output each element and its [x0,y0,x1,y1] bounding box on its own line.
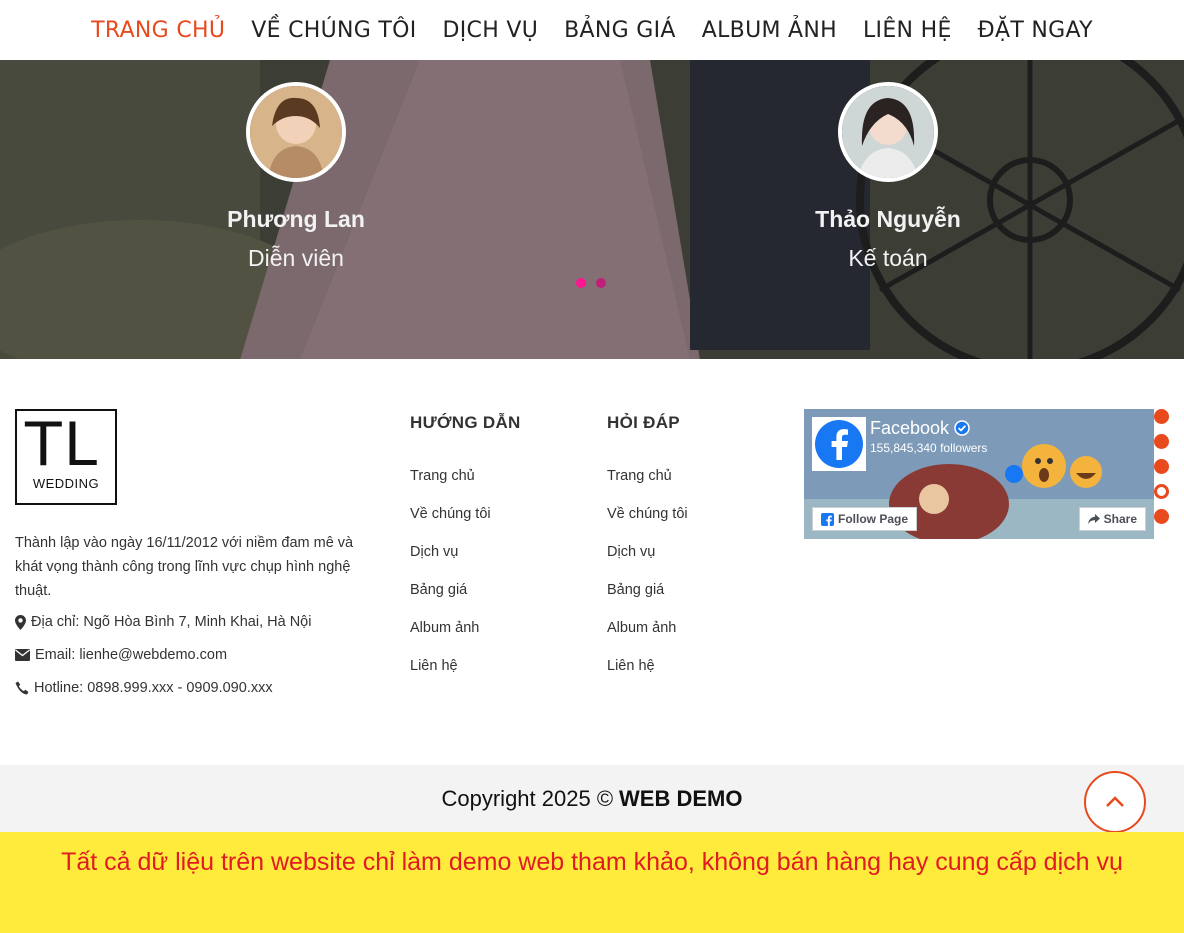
avatar [838,82,938,182]
guide-link-home[interactable]: Trang chủ [410,466,491,504]
logo-text: TL [25,410,100,480]
phone-icon [15,681,29,695]
copyright-brand: WEB DEMO [619,785,743,811]
nav-item-home[interactable]: TRANG CHỦ [78,18,238,43]
faq-link-home[interactable]: Trang chủ [607,466,688,504]
main-nav: TRANG CHỦ VỀ CHÚNG TÔI DỊCH VỤ BẢNG GIÁ … [0,0,1184,60]
verified-badge-icon [954,420,970,436]
nav-item-album[interactable]: ALBUM ẢNH [689,18,850,43]
guide-title: HƯỚNG DẪN [410,413,521,432]
back-to-top-button[interactable] [1084,771,1146,833]
follow-page-button[interactable]: Follow Page [812,507,918,531]
section-dot-4[interactable] [1154,484,1169,499]
guide-link-album[interactable]: Album ảnh [410,618,491,656]
section-dot-5[interactable] [1154,509,1169,524]
guide-link-contact[interactable]: Liên hệ [410,656,491,694]
section-dot-1[interactable] [1154,409,1169,424]
testimonial-name: Phương Lan [227,206,365,232]
hotline-text: Hotline: 0898.999.xxx - 0909.090.xxx [34,680,273,696]
footer-logo[interactable]: TL WEDDING [15,409,117,505]
faq-link-contact[interactable]: Liên hệ [607,656,688,694]
nav-item-book[interactable]: ĐẶT NGAY [965,18,1106,43]
share-icon [1087,513,1100,524]
avatar [246,82,346,182]
faq-title: HỎI ĐÁP [607,413,680,432]
faq-link-pricing[interactable]: Bảng giá [607,580,688,618]
share-label: Share [1103,512,1137,526]
facebook-page-widget[interactable]: Facebook 155,845,340 followers Follow Pa… [804,409,1154,539]
nav-item-about[interactable]: VỀ CHÚNG TÔI [238,18,429,43]
share-button[interactable]: Share [1078,507,1146,531]
carousel-dots [576,278,606,288]
facebook-followers: 155,845,340 followers [870,441,988,455]
guide-link-about[interactable]: Về chúng tôi [410,504,491,542]
facebook-logo-icon [812,417,866,471]
facebook-small-icon [821,512,834,526]
testimonial-card: Thảo Nguyễn Kế toán [738,82,1038,272]
map-marker-icon [15,614,26,630]
logo-subtext: WEDDING [32,476,100,491]
follow-page-label: Follow Page [838,512,909,526]
envelope-icon [15,649,30,661]
guide-links: Trang chủ Về chúng tôi Dịch vụ Bảng giá … [410,466,491,694]
carousel-dot-1[interactable] [576,278,586,288]
address-text: Địa chỉ: Ngõ Hòa Bình 7, Minh Khai, Hà N… [31,614,312,630]
demo-notice-text: Tất cả dữ liệu trên website chỉ làm demo… [61,848,1123,876]
copyright-bar: Copyright 2025 © WEB DEMO [0,765,1184,832]
faq-link-about[interactable]: Về chúng tôi [607,504,688,542]
hotline-line: Hotline: 0898.999.xxx - 0909.090.xxx [15,680,273,696]
chevron-up-icon [1106,796,1124,807]
testimonial-role: Kế toán [848,245,928,271]
demo-notice-banner: Tất cả dữ liệu trên website chỉ làm demo… [0,832,1184,933]
facebook-page-name[interactable]: Facebook [870,418,970,439]
email-line: Email: lienhe@webdemo.com [15,647,227,663]
about-text: Thành lập vào ngày 16/11/2012 với niềm đ… [15,535,354,599]
guide-link-pricing[interactable]: Bảng giá [410,580,491,618]
testimonial-section: Phương Lan Diễn viên Thảo Nguyễn Kế toán [0,60,1184,359]
faq-link-album[interactable]: Album ảnh [607,618,688,656]
address-line: Địa chỉ: Ngõ Hòa Bình 7, Minh Khai, Hà N… [15,614,311,630]
section-nav-dots [1154,409,1169,534]
faq-links: Trang chủ Về chúng tôi Dịch vụ Bảng giá … [607,466,688,694]
section-dot-2[interactable] [1154,434,1169,449]
email-text[interactable]: Email: lienhe@webdemo.com [35,647,227,663]
testimonial-role: Diễn viên [248,245,344,271]
guide-link-services[interactable]: Dịch vụ [410,542,491,580]
nav-item-services[interactable]: DỊCH VỤ [430,18,552,43]
faq-link-services[interactable]: Dịch vụ [607,542,688,580]
nav-item-contact[interactable]: LIÊN HỆ [850,18,965,43]
nav-item-pricing[interactable]: BẢNG GIÁ [551,18,689,43]
section-dot-3[interactable] [1154,459,1169,474]
facebook-name-text: Facebook [870,418,950,438]
carousel-dot-2[interactable] [596,278,606,288]
copyright-text: Copyright 2025 © [441,785,614,811]
testimonial-card: Phương Lan Diễn viên [146,82,446,272]
testimonial-name: Thảo Nguyễn [815,206,961,232]
